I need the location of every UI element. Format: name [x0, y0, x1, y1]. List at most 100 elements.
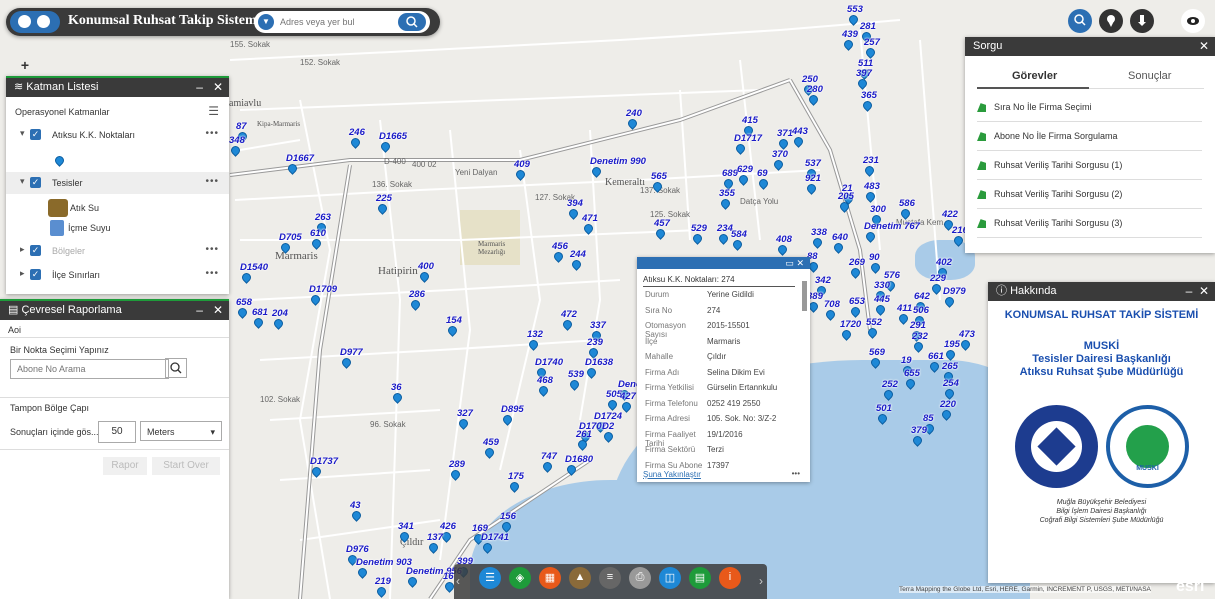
map-point-marker[interactable]	[602, 430, 615, 444]
upload-tool-button[interactable]	[1130, 9, 1154, 33]
close-button[interactable]: ✕	[1199, 284, 1209, 298]
address-search-input[interactable]	[280, 14, 390, 30]
map-point-marker[interactable]	[930, 282, 943, 296]
unit-select[interactable]: Meters ▾	[140, 421, 222, 441]
map-point-marker[interactable]	[899, 207, 912, 221]
split-view-button[interactable]: ◫	[659, 567, 681, 589]
map-point-marker[interactable]	[849, 305, 862, 319]
layer-checkbox[interactable]: ✓	[30, 129, 41, 140]
map-point-marker[interactable]	[731, 238, 744, 252]
toolbar-next-button[interactable]: ›	[759, 574, 763, 588]
map-point-marker[interactable]	[620, 400, 633, 414]
map-point-marker[interactable]	[807, 260, 820, 274]
close-button[interactable]: ✕	[1199, 37, 1209, 56]
map-point-marker[interactable]	[585, 366, 598, 380]
map-point-marker[interactable]	[356, 566, 369, 580]
filter-icon[interactable]: ☰	[208, 104, 219, 118]
marker-tool-button[interactable]	[1099, 9, 1123, 33]
map-point-marker[interactable]	[734, 142, 747, 156]
map-point-marker[interactable]	[537, 384, 550, 398]
map-point-marker[interactable]	[310, 237, 323, 251]
about-button[interactable]: i	[719, 567, 741, 589]
expand-icon[interactable]: ▾	[20, 176, 25, 187]
expand-icon[interactable]: ▾	[20, 128, 25, 139]
popup-scrollbar[interactable]	[802, 281, 807, 311]
map-point-marker[interactable]	[838, 200, 851, 214]
map-point-marker[interactable]	[719, 197, 732, 211]
map-point-marker[interactable]	[570, 258, 583, 272]
map-point-marker[interactable]	[864, 190, 877, 204]
layer-options-button[interactable]: •••	[205, 244, 219, 255]
map-point-marker[interactable]	[792, 135, 805, 149]
abone-search-button[interactable]	[165, 358, 187, 378]
map-point-marker[interactable]	[912, 340, 925, 354]
map-point-marker[interactable]	[757, 177, 770, 191]
map-point-marker[interactable]	[375, 585, 388, 599]
minimize-button[interactable]: –	[1186, 284, 1193, 298]
map-point-marker[interactable]	[861, 99, 874, 113]
zoom-to-link[interactable]: Şuna Yakınlaştır	[643, 470, 701, 479]
map-point-marker[interactable]	[508, 480, 521, 494]
report-button[interactable]: Rapor	[103, 457, 147, 475]
map-point-marker[interactable]	[847, 13, 860, 27]
map-point-marker[interactable]	[552, 250, 565, 264]
map-point-marker[interactable]	[376, 202, 389, 216]
abone-search-input[interactable]	[10, 359, 169, 379]
map-point-marker[interactable]	[807, 300, 820, 314]
map-point-marker[interactable]	[811, 236, 824, 250]
map-point-marker[interactable]	[391, 391, 404, 405]
map-point-marker[interactable]	[864, 230, 877, 244]
map-point-marker[interactable]	[527, 338, 540, 352]
map-point-marker[interactable]	[240, 271, 253, 285]
layers-button[interactable]: ◈	[509, 567, 531, 589]
map-point-marker[interactable]	[842, 38, 855, 52]
map-point-marker[interactable]	[481, 541, 494, 555]
map-point-marker[interactable]	[805, 182, 818, 196]
education-button[interactable]: ▲	[569, 567, 591, 589]
map-point-marker[interactable]	[567, 207, 580, 221]
layer-checkbox[interactable]: ✓	[30, 245, 41, 256]
map-point-marker[interactable]	[427, 541, 440, 555]
map-point-marker[interactable]	[379, 140, 392, 154]
map-point-marker[interactable]	[440, 530, 453, 544]
map-point-marker[interactable]	[309, 293, 322, 307]
map-point-marker[interactable]	[409, 298, 422, 312]
map-point-marker[interactable]	[654, 227, 667, 241]
report-tool-button[interactable]: ▤	[689, 567, 711, 589]
map-point-marker[interactable]	[952, 234, 965, 248]
toolbar-prev-button[interactable]: ‹	[456, 574, 460, 588]
map-point-marker[interactable]	[691, 232, 704, 246]
layer-item-atiksu[interactable]: ▾ ✓ Atıksu K.K. Noktaları •••	[6, 124, 229, 146]
close-button[interactable]: ✕	[213, 303, 223, 317]
measure-button[interactable]: ≡	[599, 567, 621, 589]
map-point-marker[interactable]	[832, 241, 845, 255]
map-point-marker[interactable]	[418, 270, 431, 284]
map-point-marker[interactable]	[350, 509, 363, 523]
map-point-marker[interactable]	[959, 338, 972, 352]
map-point-marker[interactable]	[446, 324, 459, 338]
map-point-marker[interactable]	[483, 446, 496, 460]
close-button[interactable]: ✕	[796, 258, 804, 268]
layer-options-button[interactable]: •••	[205, 128, 219, 139]
map-point-marker[interactable]	[501, 413, 514, 427]
map-point-marker[interactable]	[928, 360, 941, 374]
tab-gorevler[interactable]: Görevler	[1012, 70, 1057, 82]
layer-checkbox[interactable]: ✓	[30, 177, 41, 188]
layer-item-ilce[interactable]: ▸ ✓ İlçe Sınırları •••	[6, 264, 229, 286]
map-point-marker[interactable]	[272, 317, 285, 331]
layer-list-button[interactable]: ☰	[479, 567, 501, 589]
map-point-marker[interactable]	[236, 306, 249, 320]
map-point-marker[interactable]	[406, 575, 419, 589]
app-logo[interactable]	[10, 11, 60, 33]
map-point-marker[interactable]	[849, 266, 862, 280]
query-task[interactable]: Ruhsat Veriliş Tarihi Sorgusu (1)	[977, 151, 1202, 180]
map-point-marker[interactable]	[457, 417, 470, 431]
map-point-marker[interactable]	[866, 326, 879, 340]
map-point-marker[interactable]	[443, 580, 456, 594]
map-point-marker[interactable]	[310, 465, 323, 479]
map-point-marker[interactable]	[576, 438, 589, 452]
query-task[interactable]: Abone No İle Firma Sorgulama	[977, 122, 1202, 151]
map-point-marker[interactable]	[876, 412, 889, 426]
map-point-marker[interactable]	[626, 117, 639, 131]
map-point-marker[interactable]	[940, 408, 953, 422]
